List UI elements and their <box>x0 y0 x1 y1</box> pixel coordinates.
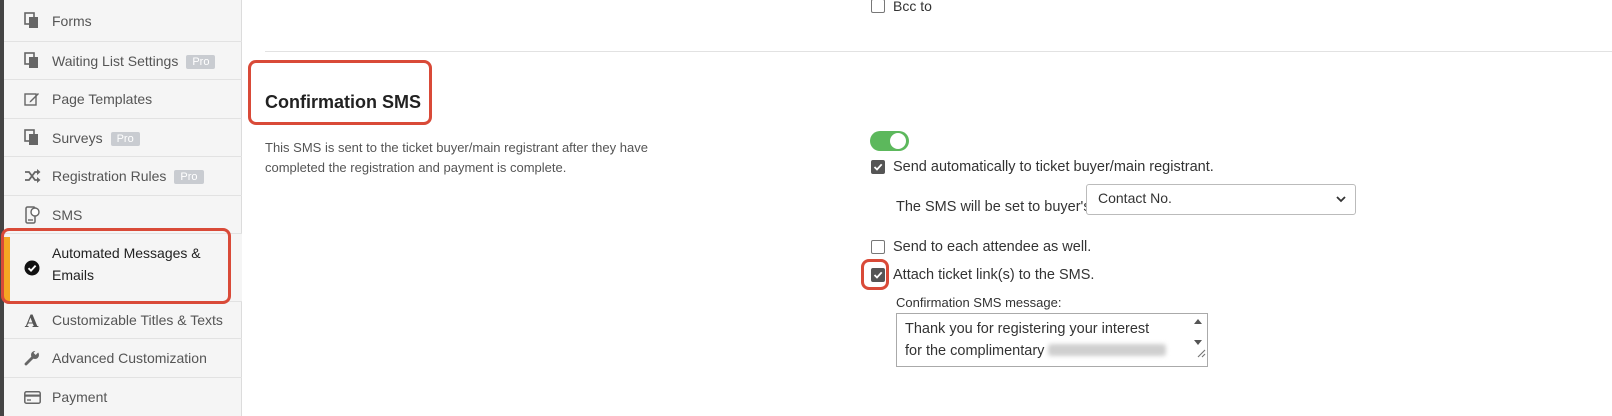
copy-icon <box>22 11 42 31</box>
attach-link-checkbox[interactable] <box>871 268 885 282</box>
bcc-label: Bcc to <box>893 0 932 14</box>
attach-link-label: Attach ticket link(s) to the SMS. <box>893 267 1095 283</box>
edit-icon <box>22 89 42 109</box>
bcc-checkbox-row[interactable]: Bcc to <box>871 0 932 14</box>
copy-icon <box>22 51 42 71</box>
sidebar-item-label: Forms <box>52 12 92 29</box>
section-title: Confirmation SMS <box>265 92 421 112</box>
check-circle-icon <box>22 258 42 278</box>
wrench-icon <box>22 348 42 368</box>
sidebar-item-forms[interactable]: Forms <box>4 0 242 42</box>
sidebar-item-label: Automated Messages & Emails <box>52 242 201 286</box>
sms-message-textarea[interactable]: Thank you for registering your interest … <box>896 313 1208 367</box>
message-line1: Thank you for registering your interest <box>905 321 1150 337</box>
sidebar-item-label-group: Registration Rules Pro <box>52 168 204 184</box>
sidebar-item-registration-rules[interactable]: Registration Rules Pro <box>4 157 242 196</box>
sidebar-item-label-group: Surveys Pro <box>52 130 140 146</box>
sidebar-item-label: Waiting List Settings <box>52 52 179 69</box>
sidebar-item-label: Page Templates <box>52 91 153 107</box>
sidebar-item-advanced-customization[interactable]: Advanced Customization <box>4 339 242 378</box>
bcc-checkbox[interactable] <box>871 0 885 13</box>
message-line2: for the complimentary <box>905 343 1045 359</box>
redacted-text <box>1048 344 1167 356</box>
sidebar-item-label: SMS <box>52 206 83 223</box>
copy-icon <box>22 128 42 148</box>
main-content: Bcc to Confirmation SMS This SMS is sent… <box>243 0 1612 416</box>
sidebar-item-label-line2: Emails <box>52 267 95 283</box>
pro-badge: Pro <box>110 131 140 146</box>
send-each-checkbox[interactable] <box>871 240 885 254</box>
buyer-field-label: The SMS will be set to buyer's: <box>896 199 1095 215</box>
sidebar-item-surveys[interactable]: Surveys Pro <box>4 119 242 157</box>
sms-enabled-toggle[interactable] <box>870 131 909 151</box>
sidebar-item-sms[interactable]: SMS <box>4 196 242 234</box>
pro-badge: Pro <box>186 54 216 69</box>
sidebar-item-waiting-list-settings[interactable]: Waiting List Settings Pro <box>4 42 242 80</box>
section-description: This SMS is sent to the ticket buyer/mai… <box>265 140 648 175</box>
sidebar-item-automated-messages[interactable]: Automated Messages & Emails <box>4 234 242 302</box>
send-each-label: Send to each attendee as well. <box>893 239 1092 255</box>
sidebar-item-label: Surveys <box>52 129 103 146</box>
font-icon: A <box>22 310 42 330</box>
message-label: Confirmation SMS message: <box>896 295 1062 310</box>
buyer-field-select[interactable]: Contact No. <box>1086 184 1356 215</box>
resize-handle-icon[interactable] <box>1196 343 1206 365</box>
send-auto-label: Send automatically to ticket buyer/main … <box>893 159 1214 175</box>
credit-card-icon <box>22 387 42 407</box>
app-window: Forms Waiting List Settings Pro Page Temp… <box>0 0 1612 416</box>
buyer-field-value: Contact No. <box>1098 190 1172 206</box>
sms-phone-icon <box>22 205 42 225</box>
send-auto-row[interactable]: Send automatically to ticket buyer/main … <box>871 159 1214 175</box>
send-auto-checkbox[interactable] <box>871 160 885 174</box>
toggle-knob <box>890 133 906 149</box>
sidebar-item-label: Registration Rules <box>52 168 167 184</box>
sidebar-item-page-templates[interactable]: Page Templates <box>4 80 242 119</box>
sidebar-item-label-line1: Automated Messages & <box>52 245 201 261</box>
attach-link-row[interactable]: Attach ticket link(s) to the SMS. <box>871 267 1094 283</box>
sidebar: Forms Waiting List Settings Pro Page Temp… <box>4 0 242 416</box>
sidebar-item-label: Payment <box>52 389 108 405</box>
section-divider <box>265 51 1612 52</box>
svg-text:A: A <box>24 312 39 328</box>
pro-badge: Pro <box>174 170 204 184</box>
sidebar-item-label-group: Waiting List Settings Pro <box>52 52 216 69</box>
shuffle-icon <box>22 166 42 186</box>
sidebar-item-payment[interactable]: Payment <box>4 378 242 416</box>
send-each-row[interactable]: Send to each attendee as well. <box>871 239 1091 255</box>
sidebar-item-customizable-titles[interactable]: A Customizable Titles & Texts <box>4 302 242 339</box>
chevron-down-icon <box>1335 192 1347 208</box>
sidebar-item-label: Customizable Titles & Texts <box>52 312 223 328</box>
sidebar-item-label: Advanced Customization <box>52 350 207 366</box>
active-indicator <box>4 237 10 301</box>
